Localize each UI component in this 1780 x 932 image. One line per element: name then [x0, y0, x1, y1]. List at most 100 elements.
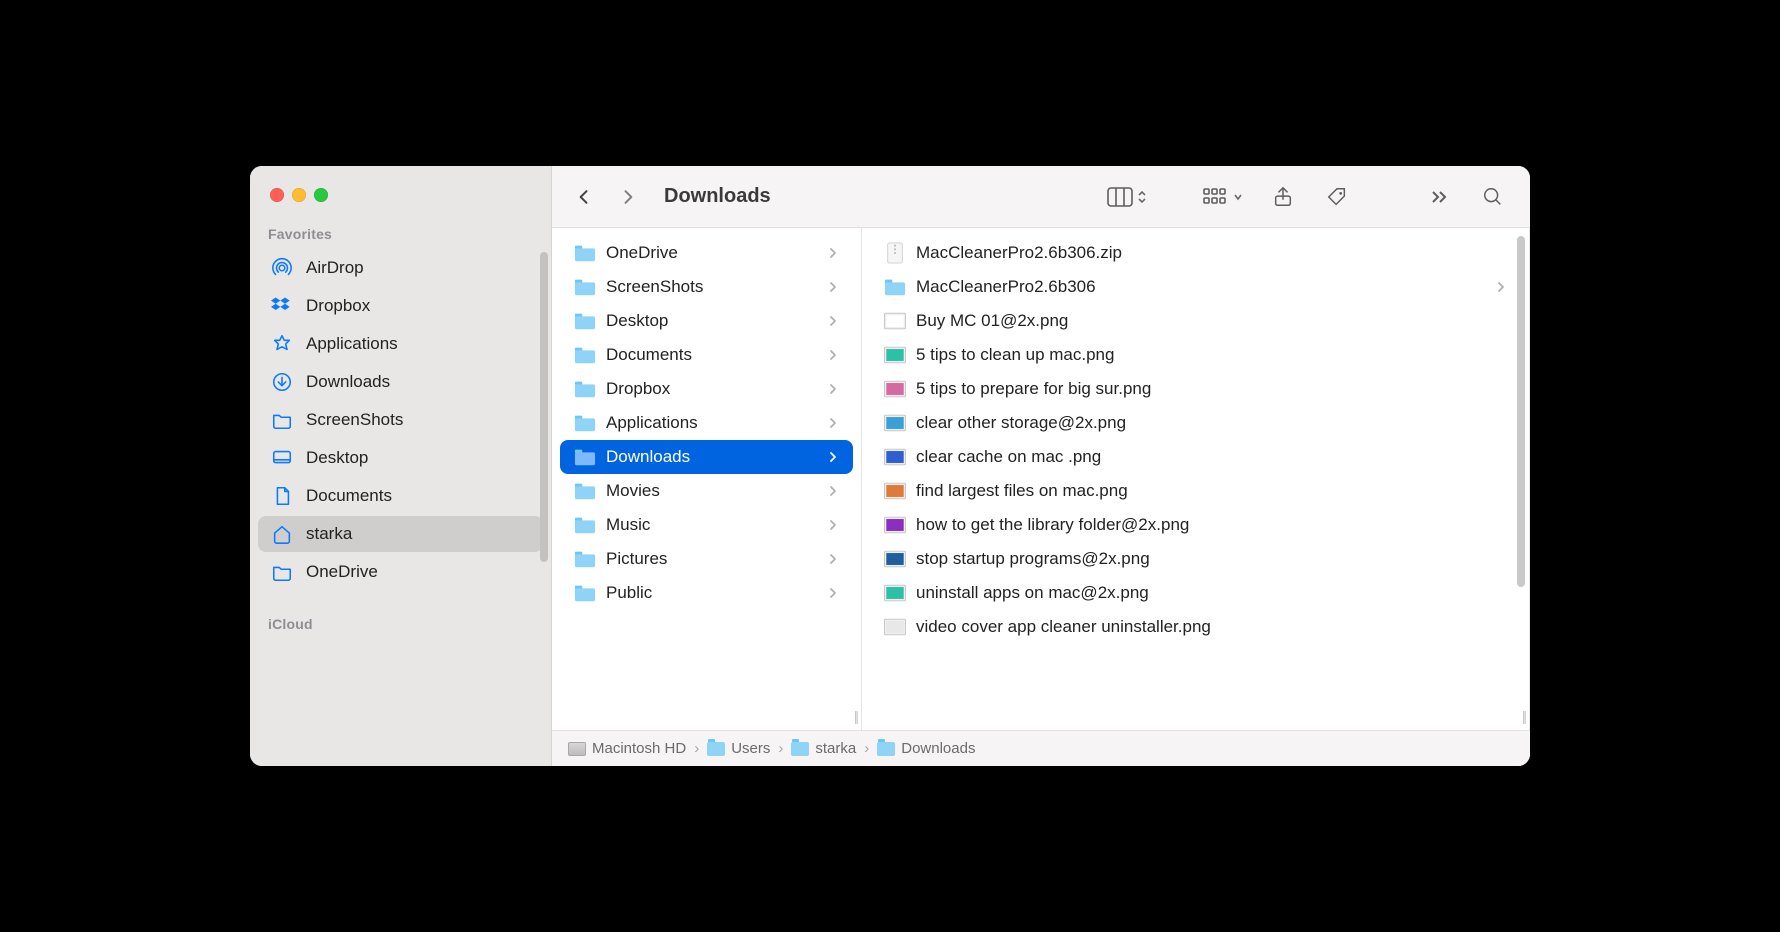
- column-resize-handle[interactable]: ||: [1522, 708, 1525, 724]
- sidebar-section-favorites: Favorites: [250, 216, 551, 248]
- close-window-button[interactable]: [270, 188, 284, 202]
- file-label: 5 tips to prepare for big sur.png: [916, 379, 1507, 399]
- path-crumb[interactable]: starka: [791, 740, 856, 757]
- file-label: clear cache on mac .png: [916, 447, 1507, 467]
- path-bar: Macintosh HD › Users › starka › Downloads: [552, 730, 1530, 766]
- sidebar-item-airdrop[interactable]: AirDrop: [258, 250, 543, 286]
- column-1[interactable]: OneDrive ScreenShotsDesktop Documents Dropb…: [552, 228, 862, 730]
- file-label: video cover app cleaner uninstaller.png: [916, 617, 1507, 637]
- file-label: Applications: [606, 413, 817, 433]
- column-scrollbar[interactable]: [1517, 236, 1525, 587]
- back-button[interactable]: [566, 179, 602, 215]
- sidebar-item-downloads[interactable]: Downloads: [258, 364, 543, 400]
- file-row[interactable]: Pictures: [560, 542, 853, 576]
- file-row[interactable]: Dropbox: [560, 372, 853, 406]
- sidebar-item-documents[interactable]: Documents: [258, 478, 543, 514]
- forward-button[interactable]: [610, 179, 646, 215]
- file-row[interactable]: uninstall apps on mac@2x.png: [870, 576, 1521, 610]
- folder-icon: [270, 560, 294, 584]
- column-2[interactable]: MacCleanerPro2.6b306.zip MacCleanerPro2.6…: [862, 228, 1530, 730]
- overflow-button[interactable]: [1416, 179, 1462, 215]
- folder-icon: [707, 742, 725, 756]
- chevron-right-icon: ›: [694, 740, 699, 757]
- file-row[interactable]: Music: [560, 508, 853, 542]
- sidebar-item-label: Applications: [306, 334, 398, 354]
- search-button[interactable]: [1470, 179, 1516, 215]
- file-row[interactable]: MacCleanerPro2.6b306: [870, 270, 1521, 304]
- file-row[interactable]: video cover app cleaner uninstaller.png: [870, 610, 1521, 644]
- file-row[interactable]: stop startup programs@2x.png: [870, 542, 1521, 576]
- file-row[interactable]: find largest files on mac.png: [870, 474, 1521, 508]
- document-icon: [270, 484, 294, 508]
- file-label: Documents: [606, 345, 817, 365]
- zoom-window-button[interactable]: [314, 188, 328, 202]
- file-row[interactable]: how to get the library folder@2x.png: [870, 508, 1521, 542]
- sidebar-item-onedrive[interactable]: OneDrive: [258, 554, 543, 590]
- file-row[interactable]: MacCleanerPro2.6b306.zip: [870, 236, 1521, 270]
- main-area: Downloads: [552, 166, 1530, 766]
- sidebar-item-label: ScreenShots: [306, 410, 403, 430]
- file-row[interactable]: ScreenShots: [560, 270, 853, 304]
- disk-icon: [568, 742, 586, 756]
- path-crumb[interactable]: Users: [707, 740, 770, 757]
- file-row[interactable]: Applications: [560, 406, 853, 440]
- chevron-right-icon: [827, 485, 839, 497]
- sidebar-scrollbar[interactable]: [540, 252, 548, 562]
- airdrop-icon: [270, 256, 294, 280]
- sidebar-item-dropbox[interactable]: Dropbox: [258, 288, 543, 324]
- file-row[interactable]: 5 tips to clean up mac.png: [870, 338, 1521, 372]
- path-crumb-label: starka: [815, 740, 856, 757]
- folder-icon: [270, 408, 294, 432]
- folder-icon: [877, 742, 895, 756]
- path-crumb[interactable]: Downloads: [877, 740, 975, 757]
- downloads-icon: [270, 370, 294, 394]
- sidebar-item-label: AirDrop: [306, 258, 364, 278]
- file-row[interactable]: Documents: [560, 338, 853, 372]
- sidebar-favorites-list: AirDrop Dropbox Applications Downloads Scree…: [250, 248, 551, 592]
- file-row[interactable]: Movies: [560, 474, 853, 508]
- sidebar-item-label: Dropbox: [306, 296, 370, 316]
- sidebar-item-desktop[interactable]: Desktop: [258, 440, 543, 476]
- chevron-right-icon: [827, 553, 839, 565]
- file-label: OneDrive: [606, 243, 817, 263]
- file-label: Public: [606, 583, 817, 603]
- path-crumb-label: Macintosh HD: [592, 740, 686, 757]
- path-crumb[interactable]: Macintosh HD: [568, 740, 686, 757]
- finder-window: Favorites AirDrop Dropbox Applications Down…: [250, 166, 1530, 766]
- chevron-right-icon: ›: [778, 740, 783, 757]
- file-row[interactable]: OneDrive: [560, 236, 853, 270]
- file-row[interactable]: Buy MC 01@2x.png: [870, 304, 1521, 338]
- sidebar-item-label: Documents: [306, 486, 392, 506]
- file-label: MacCleanerPro2.6b306: [916, 277, 1485, 297]
- view-columns-button[interactable]: [1098, 179, 1156, 215]
- file-label: Music: [606, 515, 817, 535]
- sidebar-item-applications[interactable]: Applications: [258, 326, 543, 362]
- file-label: uninstall apps on mac@2x.png: [916, 583, 1507, 603]
- group-by-button[interactable]: [1194, 179, 1252, 215]
- column-resize-handle[interactable]: ||: [854, 708, 857, 724]
- file-row[interactable]: Downloads: [560, 440, 853, 474]
- share-button[interactable]: [1260, 179, 1306, 215]
- file-row[interactable]: 5 tips to prepare for big sur.png: [870, 372, 1521, 406]
- chevron-right-icon: [827, 417, 839, 429]
- file-label: how to get the library folder@2x.png: [916, 515, 1507, 535]
- chevron-right-icon: ›: [864, 740, 869, 757]
- dropbox-icon: [270, 294, 294, 318]
- file-label: Dropbox: [606, 379, 817, 399]
- sidebar-item-starka[interactable]: starka: [258, 516, 543, 552]
- file-row[interactable]: clear other storage@2x.png: [870, 406, 1521, 440]
- window-controls: [250, 174, 551, 216]
- tags-button[interactable]: [1314, 179, 1360, 215]
- file-label: 5 tips to clean up mac.png: [916, 345, 1507, 365]
- chevron-right-icon: [827, 281, 839, 293]
- file-row[interactable]: Desktop: [560, 304, 853, 338]
- minimize-window-button[interactable]: [292, 188, 306, 202]
- chevron-right-icon: [827, 519, 839, 531]
- sidebar-item-screenshots[interactable]: ScreenShots: [258, 402, 543, 438]
- home-icon: [270, 522, 294, 546]
- window-title: Downloads: [664, 185, 771, 208]
- file-row[interactable]: Public: [560, 576, 853, 610]
- file-row[interactable]: clear cache on mac .png: [870, 440, 1521, 474]
- sidebar-section-icloud: iCloud: [250, 606, 551, 638]
- chevron-right-icon: [827, 587, 839, 599]
